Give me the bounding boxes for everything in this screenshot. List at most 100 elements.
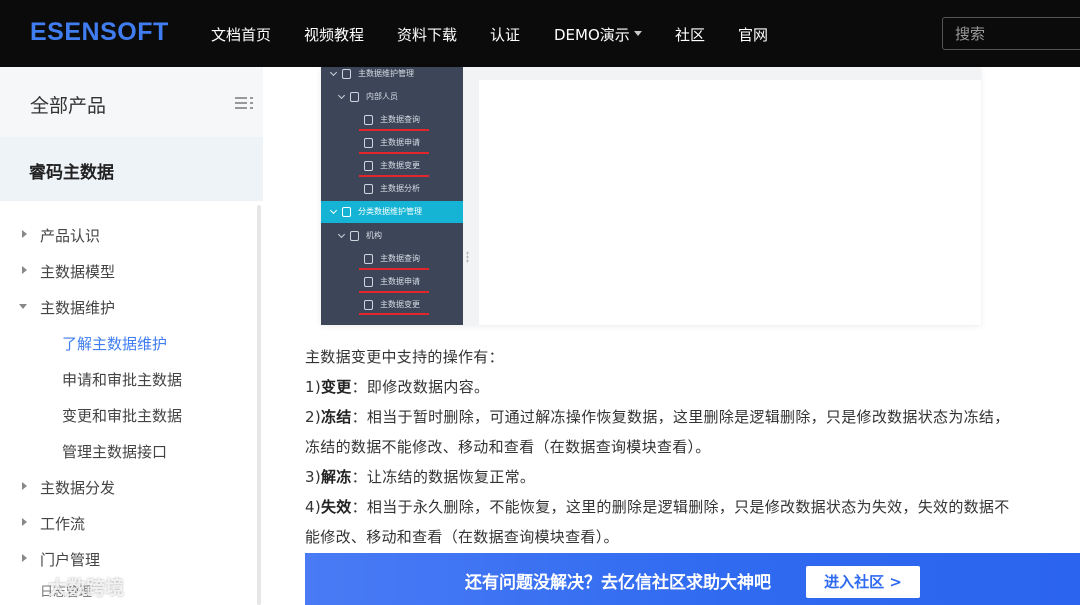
database-icon: [342, 69, 351, 79]
nav-demo[interactable]: DEMO演示: [554, 24, 642, 45]
document-icon: [364, 115, 373, 125]
red-underline: [359, 152, 429, 154]
chevron-down-icon: [633, 31, 642, 36]
op-number: 4): [305, 498, 321, 516]
tree-item-product-intro[interactable]: 产品认识: [40, 225, 100, 246]
paragraph-op-unfreeze: 3)解冻：让冻结的数据恢复正常。: [305, 466, 535, 487]
product-selector[interactable]: 睿码主数据: [0, 137, 263, 201]
chevron-down-icon: [329, 68, 338, 77]
op-sep: ：: [351, 408, 367, 426]
op-term: 变更: [321, 378, 352, 396]
screenshot-menu-label: 机构: [366, 231, 382, 240]
enter-community-button[interactable]: 进入社区 >: [806, 566, 920, 598]
op-term: 冻结: [321, 408, 352, 426]
screenshot-menu-label: 主数据查询: [380, 115, 420, 124]
nav-downloads[interactable]: 资料下载: [397, 24, 457, 45]
chevron-down-icon: [337, 91, 346, 100]
screenshot-menu-label: 主数据申请: [380, 277, 420, 286]
tree-item-portal[interactable]: 门户管理: [40, 549, 100, 570]
screenshot-menu-row: 主数据查询: [321, 248, 463, 270]
document-icon: [364, 184, 373, 194]
red-underline: [359, 268, 429, 270]
document-icon: [364, 138, 373, 148]
op-term: 失效: [321, 498, 352, 516]
screenshot-menu-label: 主数据查询: [380, 254, 420, 263]
wechat-logo-icon: [8, 573, 41, 598]
chevron-down-icon: [329, 206, 338, 215]
all-products-title[interactable]: 全部产品: [30, 91, 106, 118]
nav-docs-home[interactable]: 文档首页: [211, 24, 271, 45]
paragraph-intro: 主数据变更中支持的操作有：: [305, 348, 504, 366]
tree-item-workflow[interactable]: 工作流: [40, 513, 85, 534]
doc-content: 主数据维护管理 内部人员 主数据查询 主数据申请 主数据变更 主数据分析 分类数…: [263, 67, 1080, 605]
screenshot-menu-row: 主数据申请: [321, 271, 463, 293]
paragraph-op-freeze-cont: 冻结的数据不能修改、移动和查看（在数据查询模块查看）。: [305, 438, 711, 456]
tree-item-data-model[interactable]: 主数据模型: [40, 261, 115, 282]
tree-item-data-maintenance[interactable]: 主数据维护: [40, 297, 115, 318]
op-number: 2): [305, 408, 321, 426]
tree-item-change-approve[interactable]: 变更和审批主数据: [62, 405, 182, 426]
red-underline: [359, 291, 429, 293]
op-number: 3): [305, 468, 321, 486]
screenshot-menu-row: 机构: [321, 225, 463, 247]
embedded-screenshot: 主数据维护管理 内部人员 主数据查询 主数据申请 主数据变更 主数据分析 分类数…: [321, 67, 981, 325]
caret-right-icon[interactable]: [22, 266, 27, 274]
watermark: 大数跨境: [8, 571, 143, 601]
red-underline: [359, 175, 429, 177]
document-icon: [364, 300, 373, 310]
tree-item-manage-interface[interactable]: 管理主数据接口: [62, 441, 167, 462]
database-icon: [350, 92, 359, 102]
nav-demo-label: DEMO演示: [554, 26, 630, 44]
nav-official-site[interactable]: 官网: [738, 24, 768, 45]
nav-certification[interactable]: 认证: [490, 24, 520, 45]
caret-right-icon[interactable]: [22, 230, 27, 238]
op-desc: 相当于永久删除，不能恢复，这里的删除是逻辑删除，只是修改数据状态为失效，失效的数…: [366, 498, 1010, 516]
screenshot-menu-label: 主数据变更: [380, 161, 420, 170]
banner-text: 还有问题没解决？去亿信社区求助大神吧: [465, 573, 771, 593]
op-desc: 相当于暂时删除，可通过解冻操作恢复数据，这里删除是逻辑删除，只是修改数据状态为冻…: [366, 408, 1010, 426]
op-term: 解冻: [321, 468, 352, 486]
screenshot-menu-row: 主数据变更: [321, 155, 463, 177]
caret-right-icon[interactable]: [22, 518, 27, 526]
screenshot-menu-label: 主数据申请: [380, 138, 420, 147]
document-icon: [364, 277, 373, 287]
paragraph-op-invalidate-cont: 能修改、移动和查看（在数据查询模块查看）。: [305, 528, 619, 546]
screenshot-menu-label: 分类数据维护管理: [358, 207, 422, 216]
screenshot-menu-row: 内部人员: [321, 86, 463, 108]
nav-community[interactable]: 社区: [675, 24, 705, 45]
screenshot-menu-label: 内部人员: [366, 92, 398, 101]
red-underline: [359, 313, 429, 315]
screenshot-menu-row: 主数据分析: [321, 178, 463, 200]
op-desc: 让冻结的数据恢复正常。: [366, 468, 536, 486]
screenshot-menu-label: 主数据变更: [380, 300, 420, 309]
screenshot-menu-row: 主数据维护管理: [321, 63, 463, 85]
chevron-down-icon: [337, 230, 346, 239]
watermark-text: 大数跨境: [48, 577, 125, 599]
nav-video-tutorials[interactable]: 视频教程: [304, 24, 364, 45]
community-banner: 还有问题没解决？去亿信社区求助大神吧 进入社区 >: [305, 553, 1080, 605]
paragraph-op-freeze: 2)冻结：相当于暂时删除，可通过解冻操作恢复数据，这里删除是逻辑删除，只是修改数…: [305, 406, 1010, 427]
database-icon: [350, 231, 359, 241]
paragraph-op-change: 1)变更：即修改数据内容。: [305, 376, 489, 397]
caret-right-icon[interactable]: [22, 554, 27, 562]
search-input[interactable]: [942, 17, 1080, 50]
product-name: 睿码主数据: [29, 163, 114, 183]
op-sep: ：: [351, 378, 367, 396]
caret-down-icon[interactable]: [19, 304, 27, 309]
screenshot-menu-label: 主数据分析: [380, 184, 420, 193]
paragraph-op-invalidate: 4)失效：相当于永久删除，不能恢复，这里的删除是逻辑删除，只是修改数据状态为失效…: [305, 496, 1010, 517]
sidebar-scrollbar[interactable]: [257, 205, 261, 605]
tree-item-distribution[interactable]: 主数据分发: [40, 477, 115, 498]
screenshot-main-panel: [479, 80, 981, 325]
list-menu-icon[interactable]: [235, 97, 253, 109]
brand-logo[interactable]: ESENSOFT: [30, 18, 169, 47]
document-icon: [364, 161, 373, 171]
caret-right-icon[interactable]: [22, 482, 27, 490]
op-desc: 即修改数据内容。: [366, 378, 490, 396]
tree-item-apply-approve[interactable]: 申请和审批主数据: [62, 369, 182, 390]
screenshot-menu-row-selected: 分类数据维护管理: [321, 201, 463, 223]
op-sep: ：: [351, 498, 367, 516]
screenshot-side-menu: 主数据维护管理 内部人员 主数据查询 主数据申请 主数据变更 主数据分析 分类数…: [321, 67, 463, 325]
tree-item-understand-maintenance[interactable]: 了解主数据维护: [62, 333, 167, 354]
op-sep: ：: [351, 468, 367, 486]
